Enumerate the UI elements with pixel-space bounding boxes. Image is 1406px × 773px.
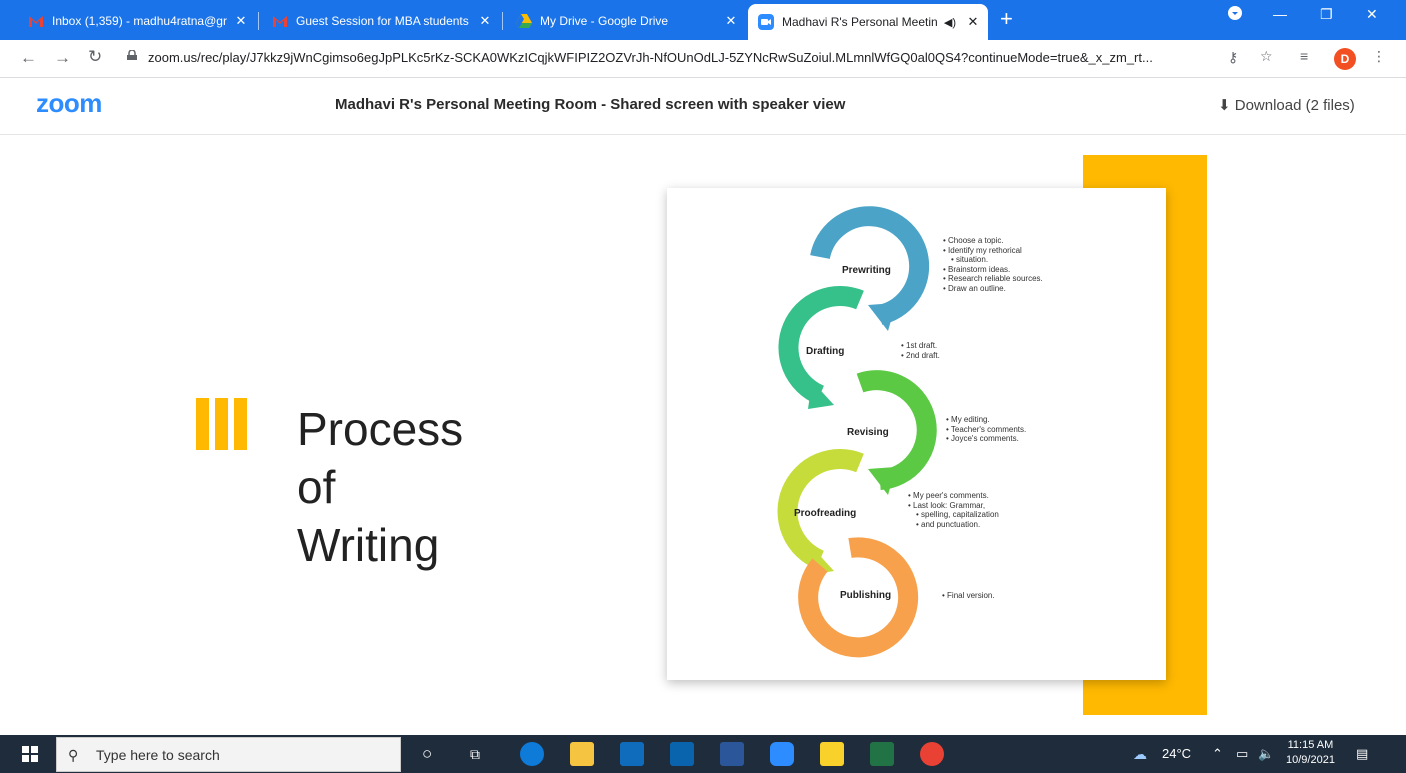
chrome-icon[interactable]: [920, 742, 944, 766]
file-explorer-icon[interactable]: [570, 742, 594, 766]
tab-guest-session[interactable]: Guest Session for MBA students ✕: [262, 6, 500, 36]
step-drafting-label: Drafting: [806, 346, 845, 357]
note-item: Choose a topic.: [943, 236, 1043, 246]
note-item: Teacher's comments.: [946, 425, 1026, 435]
new-tab-button[interactable]: +: [1000, 8, 1013, 30]
task-view-icon[interactable]: ⧉: [470, 746, 480, 763]
show-hidden-icons-chevron-icon[interactable]: ⌃: [1212, 746, 1223, 762]
tab-search-icon[interactable]: [1228, 6, 1242, 23]
prewriting-arrow: [868, 303, 896, 331]
revising-notes: My editing. Teacher's comments. Joyce's …: [946, 415, 1026, 444]
weather-icon[interactable]: ☁: [1133, 746, 1147, 763]
close-tab-icon[interactable]: ✕: [964, 14, 982, 30]
reload-icon[interactable]: ↻: [88, 47, 102, 67]
note-item: Draw an outline.: [943, 284, 1043, 294]
minimize-icon[interactable]: —: [1273, 6, 1287, 22]
mail-icon[interactable]: [620, 742, 644, 766]
google-drive-icon: [516, 13, 532, 29]
step-publishing-label: Publishing: [840, 590, 892, 601]
note-item: spelling, capitalization: [908, 510, 999, 520]
tab-title: Madhavi R's Personal Meetin: [782, 15, 938, 29]
step-revising-label: Revising: [847, 427, 889, 438]
note-item: 1st draft.: [901, 341, 940, 351]
close-window-icon[interactable]: ✕: [1366, 6, 1378, 23]
note-item: and punctuation.: [908, 520, 999, 530]
lock-icon: [127, 50, 137, 60]
title-accent-bars: [196, 398, 247, 450]
note-item: Identify my rethorical: [943, 246, 1043, 256]
note-item: My editing.: [946, 415, 1026, 425]
network-icon[interactable]: ▭: [1236, 746, 1248, 762]
proofreading-notes: My peer's comments. Last look: Grammar, …: [908, 491, 999, 529]
zoom-app-icon[interactable]: [770, 742, 794, 766]
key-icon[interactable]: ⚷: [1228, 49, 1238, 66]
tab-separator: [502, 12, 503, 30]
note-item: Final version.: [942, 591, 995, 601]
prewriting-notes: Choose a topic. Identify my rethorical s…: [943, 236, 1043, 293]
gmail-icon: [272, 13, 288, 29]
step-prewriting-label: Prewriting: [842, 265, 891, 276]
gmail-icon: [28, 13, 44, 29]
revising-arrow: [868, 467, 896, 495]
step-proofreading-label: Proofreading: [794, 508, 857, 519]
bookmark-star-icon[interactable]: ☆: [1260, 48, 1273, 65]
close-tab-icon[interactable]: ✕: [232, 13, 250, 29]
cortana-icon[interactable]: ○: [422, 744, 432, 764]
search-icon: ⚲: [68, 747, 79, 763]
tab-google-drive[interactable]: My Drive - Google Drive ✕: [506, 6, 746, 36]
tab-separator: [258, 12, 259, 30]
forward-arrow-icon[interactable]: →: [54, 48, 71, 68]
sticky-notes-icon[interactable]: [820, 742, 844, 766]
system-clock[interactable]: 11:15 AM 10/9/2021: [1286, 738, 1335, 768]
windows-start-icon[interactable]: [22, 746, 38, 767]
tab-title: My Drive - Google Drive: [540, 14, 669, 28]
title-line: Process: [297, 403, 464, 455]
note-item: My peer's comments.: [908, 491, 999, 501]
title-line: Writing: [297, 519, 440, 571]
recording-title: Madhavi R's Personal Meeting Room - Shar…: [335, 96, 846, 113]
download-button[interactable]: ⬇ Download (2 files): [1218, 96, 1355, 114]
clock-time: 11:15 AM: [1287, 739, 1334, 751]
edge-icon[interactable]: [520, 742, 544, 766]
outlook-icon[interactable]: [670, 742, 694, 766]
note-item: Joyce's comments.: [946, 434, 1026, 444]
tab-title: Inbox (1,359) - madhu4ratna@gr: [52, 14, 227, 28]
title-line: of: [297, 461, 336, 513]
download-label: Download (2 files): [1234, 97, 1355, 114]
word-icon[interactable]: [720, 742, 744, 766]
speaker-audio-icon[interactable]: ◀): [944, 16, 956, 29]
volume-icon[interactable]: 🔈: [1258, 746, 1274, 762]
clock-date: 10/9/2021: [1286, 754, 1335, 766]
note-item: 2nd draft.: [901, 351, 940, 361]
address-bar-url[interactable]: zoom.us/rec/play/J7kkz9jWnCgimso6egJpPLK…: [148, 50, 1238, 65]
zoom-icon: [758, 14, 774, 30]
zoom-logo[interactable]: zoom: [36, 88, 102, 119]
note-item: Last look: Grammar,: [908, 501, 999, 511]
download-icon: ⬇: [1218, 97, 1231, 114]
drafting-notes: 1st draft. 2nd draft.: [901, 341, 940, 360]
tab-title: Guest Session for MBA students: [296, 14, 469, 28]
more-menu-icon[interactable]: ⋮: [1372, 48, 1386, 65]
restore-icon[interactable]: ❐: [1320, 6, 1333, 23]
publishing-notes: Final version.: [942, 591, 995, 601]
slide-title: Process of Writing: [297, 400, 463, 574]
notifications-icon[interactable]: ▤: [1356, 746, 1368, 762]
excel-icon[interactable]: [870, 742, 894, 766]
weather-temperature[interactable]: 24°C: [1162, 746, 1191, 761]
tab-zoom-recording[interactable]: Madhavi R's Personal Meetin ◀) ✕: [748, 4, 988, 40]
note-item: situation.: [943, 255, 1043, 265]
note-item: Research reliable sources.: [943, 274, 1043, 284]
reading-list-icon[interactable]: ≡: [1300, 48, 1308, 64]
close-tab-icon[interactable]: ✕: [476, 13, 494, 29]
profile-avatar[interactable]: D: [1334, 48, 1356, 70]
taskbar-search-placeholder[interactable]: Type here to search: [96, 747, 220, 763]
close-tab-icon[interactable]: ✕: [722, 13, 740, 29]
tab-gmail-inbox[interactable]: Inbox (1,359) - madhu4ratna@gr ✕: [18, 6, 256, 36]
note-item: Brainstorm ideas.: [943, 265, 1043, 275]
back-arrow-icon[interactable]: ←: [20, 48, 37, 68]
